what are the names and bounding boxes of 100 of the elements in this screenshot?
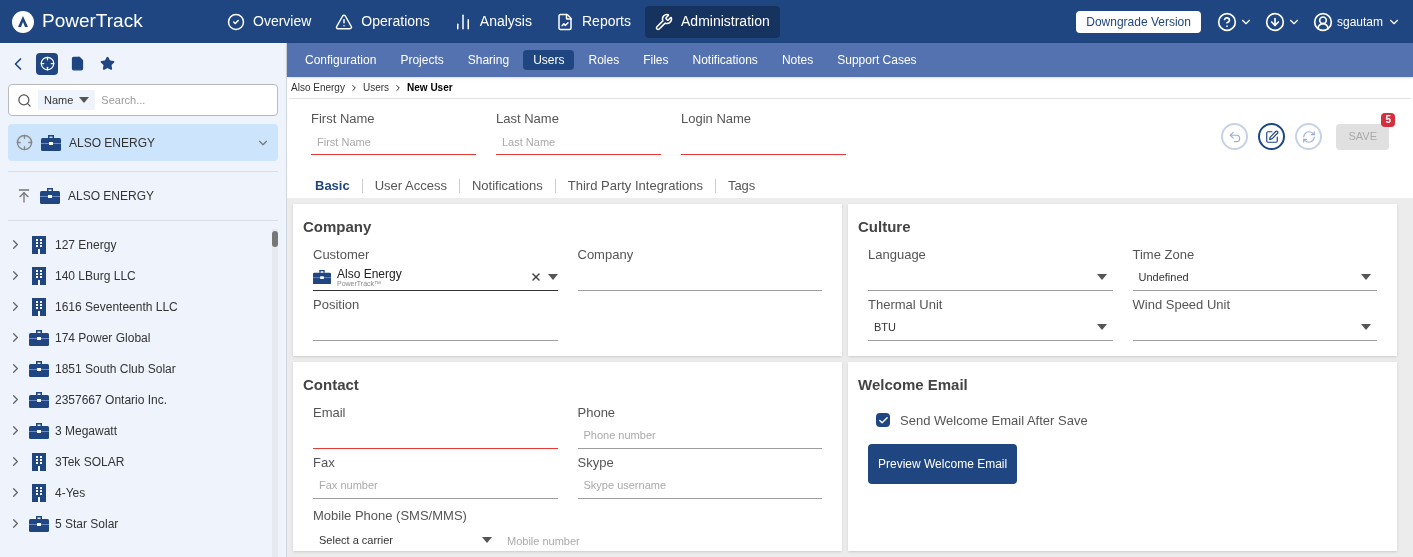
arrow-up-icon bbox=[16, 188, 32, 204]
edit-button[interactable] bbox=[1258, 123, 1286, 150]
preview-email-button[interactable]: Preview Welcome Email bbox=[868, 444, 1018, 484]
field-label: Customer bbox=[313, 245, 371, 264]
select-field[interactable]: BTU bbox=[868, 314, 1113, 341]
input-field[interactable]: Mobile number bbox=[501, 528, 684, 551]
user-menu-button[interactable]: sgautam bbox=[1312, 11, 1401, 32]
document-icon bbox=[69, 56, 85, 71]
field-label: Language bbox=[868, 245, 927, 264]
help-icon bbox=[1216, 11, 1237, 32]
card-title: Welcome Email bbox=[858, 375, 969, 395]
checkbox[interactable] bbox=[876, 413, 890, 428]
input-field[interactable]: Fax number bbox=[313, 472, 558, 499]
form-tab[interactable]: User Access bbox=[374, 175, 447, 196]
sub-nav-tab[interactable]: Roles bbox=[578, 50, 630, 70]
briefcase-icon bbox=[40, 188, 60, 204]
sub-nav-tab[interactable]: Projects bbox=[390, 50, 454, 70]
locate-button[interactable] bbox=[36, 52, 58, 75]
app-name: PowerTrack bbox=[42, 9, 143, 34]
field-label: Thermal Unit bbox=[868, 295, 944, 314]
field-label: Time Zone bbox=[1132, 245, 1196, 264]
building-icon bbox=[32, 266, 46, 285]
input-field[interactable]: Phone number bbox=[577, 422, 822, 449]
form-tab[interactable]: Notifications bbox=[471, 175, 543, 196]
tree-item[interactable]: 140 LBurg LLC bbox=[8, 260, 272, 291]
user-icon bbox=[1312, 11, 1333, 32]
tree-item[interactable]: 3Tek SOLAR bbox=[8, 446, 272, 477]
caret-icon bbox=[1361, 324, 1371, 330]
briefcase-icon bbox=[29, 515, 49, 532]
tree-item[interactable]: 4-Yes bbox=[8, 477, 272, 508]
tree-item[interactable]: 174 Power Global bbox=[8, 322, 272, 353]
tree-item[interactable]: 1851 South Club Solar bbox=[8, 353, 272, 384]
nav-tab[interactable]: Operations bbox=[325, 5, 440, 38]
briefcase-icon bbox=[29, 422, 49, 439]
briefcase-icon bbox=[29, 391, 49, 408]
welcome-checkbox[interactable]: Send Welcome Email After Save bbox=[876, 410, 1088, 430]
field-label: Login Name bbox=[681, 110, 753, 128]
edit-icon bbox=[1264, 129, 1279, 144]
download-menu-button[interactable] bbox=[1264, 11, 1301, 32]
building-icon bbox=[32, 297, 46, 316]
count-badge: 5 bbox=[1381, 113, 1395, 128]
tree-item[interactable]: 2357667 Ontario Inc. bbox=[8, 384, 272, 415]
tree-item[interactable]: 5 Star Solar bbox=[8, 508, 272, 539]
select-field[interactable]: Undefined bbox=[1132, 264, 1377, 291]
input-field[interactable]: Last Name bbox=[496, 129, 661, 155]
briefcase-icon bbox=[29, 360, 49, 377]
building-icon bbox=[32, 452, 46, 471]
breadcrumb-link[interactable]: Also Energy bbox=[291, 80, 345, 95]
form-tab[interactable]: Third Party Integrations bbox=[567, 175, 703, 196]
sub-nav-tab[interactable]: Sharing bbox=[457, 50, 520, 70]
search-field[interactable]: Name Search... bbox=[8, 84, 278, 116]
help-menu-button[interactable] bbox=[1216, 11, 1253, 32]
sub-nav-tab[interactable]: Notifications bbox=[682, 50, 768, 70]
caret-icon bbox=[1096, 324, 1107, 330]
nav-tab[interactable]: Administration bbox=[645, 5, 780, 38]
tree-item[interactable]: 3 Megawatt bbox=[8, 415, 272, 446]
overview-icon bbox=[227, 12, 245, 31]
tree-item[interactable]: 1616 Seventeenth LLC bbox=[8, 291, 272, 322]
carrier-select[interactable]: Select a carrier bbox=[313, 528, 498, 551]
crosshair-icon bbox=[16, 134, 33, 151]
customer-name: Also Energy bbox=[337, 267, 403, 280]
sub-nav-tab[interactable]: Support Cases bbox=[827, 50, 927, 70]
refresh-icon bbox=[1301, 129, 1316, 144]
caret-icon bbox=[79, 97, 90, 103]
locate-icon bbox=[39, 56, 55, 71]
scrollbar-thumb[interactable] bbox=[272, 231, 278, 247]
sub-nav-tab[interactable]: Users bbox=[523, 50, 575, 70]
card-title: Culture bbox=[858, 217, 912, 237]
breadcrumb-link[interactable]: New User bbox=[407, 80, 453, 95]
form-tab[interactable]: Tags bbox=[727, 175, 756, 196]
root-account[interactable]: ALSO ENERGY bbox=[8, 172, 278, 220]
current-account[interactable]: ALSO ENERGY bbox=[8, 124, 278, 161]
caret-icon bbox=[1361, 274, 1371, 280]
input-field[interactable]: First Name bbox=[311, 129, 476, 155]
administration-icon bbox=[655, 12, 673, 31]
reports-icon bbox=[556, 12, 574, 31]
nav-tab[interactable]: Overview bbox=[217, 5, 322, 38]
check-icon bbox=[877, 414, 889, 426]
filter-dropdown[interactable]: Name bbox=[38, 90, 96, 110]
tree-item[interactable]: 127 Energy bbox=[8, 229, 272, 260]
field-label: Position bbox=[313, 295, 361, 314]
briefcase-icon bbox=[41, 134, 61, 151]
sub-nav-tab[interactable]: Configuration bbox=[295, 50, 387, 70]
input-field[interactable]: Skype username bbox=[577, 472, 822, 499]
briefcase-icon bbox=[313, 269, 331, 285]
breadcrumb-link[interactable]: Users bbox=[362, 80, 390, 95]
downgrade-button[interactable]: Downgrade Version bbox=[1076, 10, 1201, 33]
undo-icon bbox=[1227, 129, 1242, 144]
field-label: Wind Speed Unit bbox=[1132, 295, 1232, 314]
nav-tab[interactable]: Reports bbox=[546, 5, 641, 38]
caret-icon bbox=[1096, 274, 1107, 280]
field-label: Phone bbox=[577, 403, 617, 422]
operations-icon bbox=[335, 12, 354, 31]
download-icon bbox=[1264, 11, 1285, 32]
sub-nav-tab[interactable]: Files bbox=[633, 50, 679, 70]
form-tab[interactable]: Basic bbox=[315, 175, 350, 196]
star-icon bbox=[99, 56, 115, 71]
card-title: Company bbox=[303, 217, 373, 237]
nav-tab[interactable]: Analysis bbox=[443, 5, 542, 38]
sub-nav-tab[interactable]: Notes bbox=[771, 50, 824, 70]
